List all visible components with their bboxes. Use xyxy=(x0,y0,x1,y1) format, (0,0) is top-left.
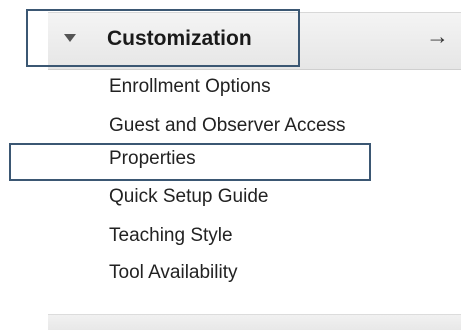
caret-down-icon[interactable] xyxy=(64,34,76,42)
menu-item-teaching-style[interactable]: Teaching Style xyxy=(109,225,233,247)
right-arrow-icon[interactable]: → xyxy=(426,23,449,50)
menu-item-guest-observer-access[interactable]: Guest and Observer Access xyxy=(109,115,346,137)
menu-item-quick-setup-guide[interactable]: Quick Setup Guide xyxy=(109,186,268,208)
menu-item-enrollment-options[interactable]: Enrollment Options xyxy=(109,76,271,98)
menu-item-properties[interactable]: Properties xyxy=(109,148,196,170)
menu-item-tool-availability[interactable]: Tool Availability xyxy=(109,262,238,284)
next-section-header[interactable] xyxy=(48,314,461,330)
section-title[interactable]: Customization xyxy=(107,27,252,51)
